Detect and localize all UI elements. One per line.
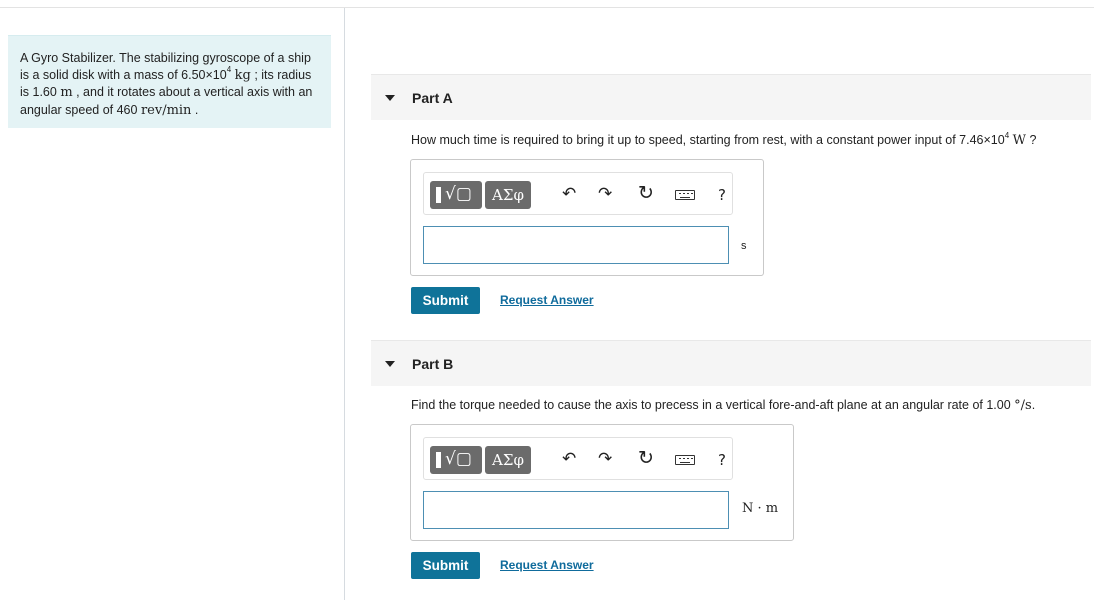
symbols-button[interactable]: ΑΣφ	[485, 181, 531, 209]
part-a-question-end: ?	[1026, 133, 1037, 147]
reset-icon[interactable]: ↻	[638, 183, 654, 203]
part-a-answer-input[interactable]	[423, 226, 729, 264]
part-b-question: Find the torque needed to cause the axis…	[411, 398, 1035, 413]
radical-icon: √▢	[445, 184, 472, 204]
top-border	[0, 7, 1094, 8]
keyboard-icon[interactable]	[675, 455, 695, 465]
keyboard-icon[interactable]	[675, 190, 695, 200]
mass-unit: kg	[234, 67, 251, 83]
part-a-unit: s	[741, 240, 747, 252]
part-b-title: Part B	[412, 356, 454, 372]
mass-exponent: 4	[226, 65, 232, 75]
part-b-unit: N · m	[742, 501, 779, 516]
part-b-header[interactable]: Part B	[371, 340, 1091, 386]
redo-icon[interactable]: ↷	[598, 184, 612, 204]
radius-unit: m	[60, 85, 73, 100]
cursor-block-icon	[436, 452, 441, 468]
part-a-request-answer-link[interactable]: Request Answer	[500, 293, 594, 307]
problem-text-4: .	[191, 102, 199, 117]
part-b-math-toolbar: √▢ ΑΣφ ↶ ↷ ↻ ?	[423, 437, 733, 480]
undo-icon[interactable]: ↶	[562, 449, 576, 469]
reset-icon[interactable]: ↻	[638, 448, 654, 468]
part-a-answer-box: √▢ ΑΣφ ↶ ↷ ↻ ? s	[410, 159, 764, 276]
templates-button[interactable]: √▢	[430, 181, 482, 209]
part-a-header[interactable]: Part A	[371, 74, 1091, 120]
part-b-submit-button[interactable]: Submit	[411, 552, 480, 579]
caret-down-icon[interactable]	[385, 361, 395, 367]
cursor-block-icon	[436, 187, 441, 203]
column-divider	[344, 8, 345, 600]
part-a-math-toolbar: √▢ ΑΣφ ↶ ↷ ↻ ?	[423, 172, 733, 215]
power-exponent: 4	[1004, 130, 1010, 140]
templates-button[interactable]: √▢	[430, 446, 482, 474]
angular-rate-unit: °/s	[1014, 398, 1032, 413]
part-a-title: Part A	[412, 90, 453, 106]
part-b-answer-input[interactable]	[423, 491, 729, 529]
power-unit: W	[1012, 133, 1027, 148]
part-b-question-text: Find the torque needed to cause the axis…	[411, 398, 1015, 412]
undo-icon[interactable]: ↶	[562, 184, 576, 204]
part-b-question-end: .	[1031, 398, 1036, 412]
part-b-request-answer-link[interactable]: Request Answer	[500, 558, 594, 572]
part-a-question-text: How much time is required to bring it up…	[411, 133, 1005, 147]
part-a-submit-button[interactable]: Submit	[411, 287, 480, 314]
radical-icon: √▢	[445, 449, 472, 469]
part-a-question: How much time is required to bring it up…	[411, 130, 1037, 148]
help-button[interactable]: ?	[718, 450, 726, 470]
redo-icon[interactable]: ↷	[598, 449, 612, 469]
symbols-button[interactable]: ΑΣφ	[485, 446, 531, 474]
speed-unit: rev/min	[140, 102, 192, 118]
problem-statement: A Gyro Stabilizer. The stabilizing gyros…	[8, 35, 331, 128]
caret-down-icon[interactable]	[385, 95, 395, 101]
part-b-answer-box: √▢ ΑΣφ ↶ ↷ ↻ ? N · m	[410, 424, 794, 541]
help-button[interactable]: ?	[718, 185, 726, 205]
